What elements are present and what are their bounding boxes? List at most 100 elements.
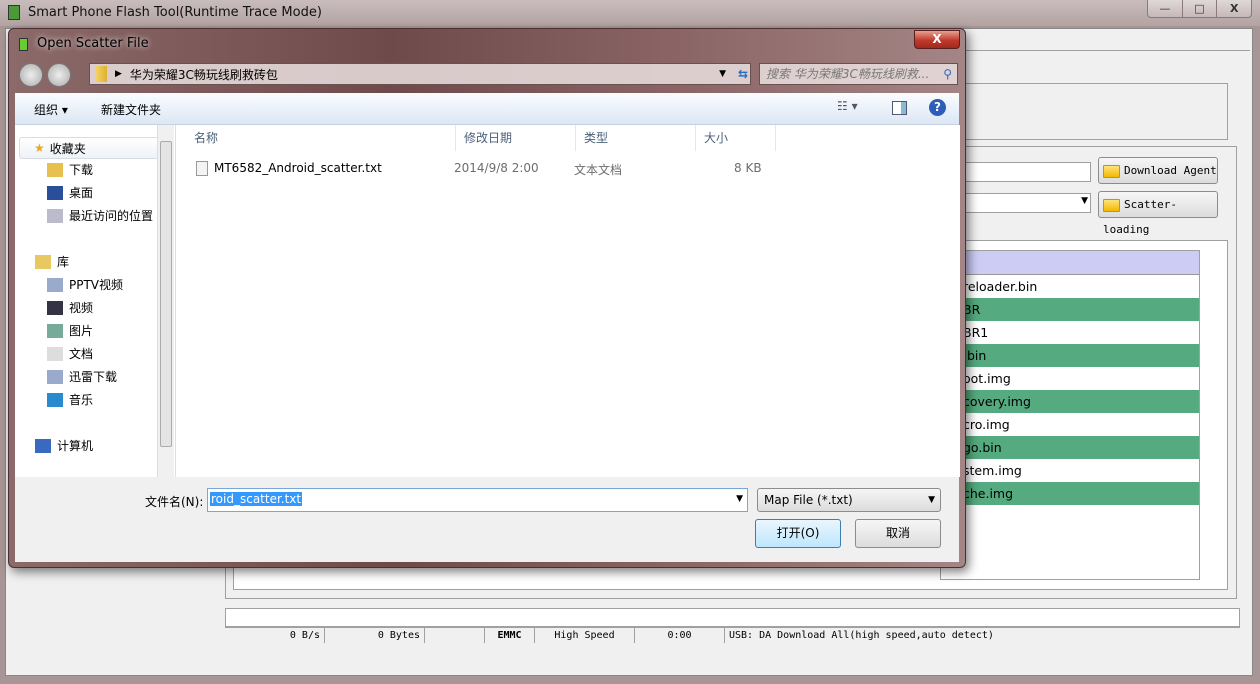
breadcrumb: 华为荣耀3C畅玩线刷救砖包 (129, 67, 278, 82)
cancel-button[interactable]: 取消 (855, 519, 941, 548)
file-size: 8 KB (734, 161, 762, 175)
nav-libraries[interactable]: 库 (35, 253, 69, 270)
nav-library-item[interactable]: 迅雷下载 (47, 368, 117, 385)
table-header (941, 251, 1199, 275)
nav-recent[interactable]: 最近访问的位置 (47, 207, 153, 224)
file-type-select[interactable]: Map File (*.txt) ▼ (757, 488, 941, 512)
downloads-folder-icon (47, 162, 63, 177)
new-folder-button[interactable]: 新建文件夹 (101, 101, 161, 118)
status-usb: USB: DA Download All(high speed,auto det… (729, 630, 994, 641)
text-file-icon (196, 161, 208, 176)
open-button[interactable]: 打开(O) (755, 519, 841, 548)
filename-input[interactable]: roid_scatter.txt ▼ (207, 488, 748, 512)
scatter-path-select[interactable]: ▼ (960, 193, 1091, 213)
back-button[interactable] (19, 63, 43, 87)
status-time: 0:00 (635, 628, 725, 643)
open-scatter-file-dialog: Open Scatter File X ▶ 华为荣耀3C畅玩线刷救砖包 ▼ ⇆ … (8, 28, 966, 568)
library-item-icon (47, 277, 63, 292)
help-icon[interactable]: ? (929, 99, 946, 116)
library-item-icon (47, 323, 63, 338)
progress-bar (225, 608, 1240, 627)
view-options-icon[interactable]: ☷ ▾ (837, 99, 858, 113)
minimize-button[interactable]: — (1148, 0, 1183, 17)
chevron-down-icon[interactable]: ▼ (736, 494, 743, 504)
nav-library-item[interactable]: 图片 (47, 322, 93, 339)
forward-button[interactable] (47, 63, 71, 87)
folder-icon (95, 66, 107, 82)
search-input[interactable]: 搜索 华为荣耀3C畅玩线刷救... ⚲ (759, 63, 958, 85)
agent-path-input[interactable] (960, 162, 1091, 182)
download-agent-button[interactable]: Download Agent (1098, 157, 1218, 184)
filename-label: 文件名(N): (145, 495, 204, 509)
close-button[interactable]: X (1217, 0, 1251, 17)
partition-row[interactable]: oot.img (941, 367, 1199, 390)
status-bar: 0 B/s 0 Bytes EMMC High Speed 0:00 USB: … (225, 627, 1240, 643)
dialog-icon (19, 38, 28, 51)
nav-library-item[interactable]: 音乐 (47, 391, 93, 408)
app-title-bar: Smart Phone Flash Tool(Runtime Trace Mod… (0, 0, 1260, 26)
folder-icon (1103, 164, 1120, 178)
tab-divider (960, 50, 1250, 51)
partition-row[interactable]: reloader.bin (941, 275, 1199, 298)
file-name: MT6582_Android_scatter.txt (214, 161, 382, 175)
nav-favorites[interactable]: ★ 收藏夹 (19, 137, 159, 159)
preview-pane-icon[interactable] (892, 101, 907, 115)
library-item-icon (47, 392, 63, 407)
status-blank (425, 628, 485, 643)
partition-row[interactable]: .bin (941, 344, 1199, 367)
column-name[interactable]: 名称 (186, 125, 456, 151)
file-date: 2014/9/8 2:00 (454, 161, 539, 175)
address-bar[interactable]: ▶ 华为荣耀3C畅玩线刷救砖包 ▼ ⇆ (89, 63, 751, 85)
column-size[interactable]: 大小 (696, 125, 776, 151)
partition-row[interactable]: cro.img (941, 413, 1199, 436)
refresh-icon[interactable]: ⇆ (738, 67, 748, 81)
status-mode: High Speed (535, 628, 635, 643)
file-row[interactable]: MT6582_Android_scatter.txt 2014/9/8 2:00… (194, 159, 774, 179)
partition-row[interactable]: go.bin (941, 436, 1199, 459)
library-item-icon (47, 369, 63, 384)
nav-computer[interactable]: 计算机 (35, 437, 93, 454)
organize-button[interactable]: 组织 ▾ (34, 101, 68, 118)
folder-icon (1103, 198, 1120, 212)
chevron-down-icon: ▼ (1081, 196, 1088, 206)
status-bytes: 0 Bytes (325, 628, 425, 643)
app-title: Smart Phone Flash Tool(Runtime Trace Mod… (28, 5, 322, 20)
partition-row[interactable]: BR1 (941, 321, 1199, 344)
column-type[interactable]: 类型 (576, 125, 696, 151)
nav-library-item[interactable]: 视频 (47, 299, 93, 316)
status-speed: 0 B/s (225, 628, 325, 643)
maximize-button[interactable]: □ (1183, 0, 1218, 17)
column-date[interactable]: 修改日期 (456, 125, 576, 151)
nav-library-item[interactable]: PPTV视频 (47, 276, 123, 293)
partition-row[interactable]: che.img (941, 482, 1199, 505)
partition-row[interactable]: stem.img (941, 459, 1199, 482)
scatter-loading-button[interactable]: Scatter-loading (1098, 191, 1218, 236)
info-panel (960, 83, 1228, 140)
nav-desktop[interactable]: 桌面 (47, 184, 93, 201)
file-list: 名称 修改日期 类型 大小 MT6582_Android_scatter.txt… (175, 125, 960, 477)
breadcrumb-arrow-icon: ▶ (115, 69, 122, 79)
partition-table: reloader.bin BR BR1 .bin oot.img covery.img cr… (940, 250, 1200, 580)
library-icon (35, 254, 51, 269)
chevron-down-icon: ▼ (928, 495, 935, 505)
partition-row[interactable]: covery.img (941, 390, 1199, 413)
nav-downloads[interactable]: 下载 (47, 161, 93, 178)
star-icon: ★ (34, 141, 45, 155)
nav-library-item[interactable]: 文档 (47, 345, 93, 362)
library-item-icon (47, 346, 63, 361)
scrollbar-thumb[interactable] (160, 141, 172, 447)
window-controls: — □ X (1147, 0, 1252, 18)
search-icon[interactable]: ⚲ (943, 64, 952, 84)
dialog-title: Open Scatter File (37, 36, 149, 51)
nav-scrollbar[interactable] (157, 125, 174, 477)
dialog-bottom: 文件名(N): roid_scatter.txt ▼ Map File (*.t… (15, 477, 959, 562)
app-icon (8, 5, 20, 20)
navigation-pane: ★ 收藏夹 下载 桌面 最近访问的位置 库 PPTV视频 视频 图片 文档 迅雷下载 音乐 … (15, 125, 175, 477)
file-type: 文本文档 (574, 163, 623, 177)
desktop-icon (47, 185, 63, 200)
computer-icon (35, 438, 51, 453)
partition-row[interactable]: BR (941, 298, 1199, 321)
status-storage: EMMC (485, 628, 535, 643)
library-item-icon (47, 300, 63, 315)
dialog-close-button[interactable]: X (914, 30, 960, 49)
